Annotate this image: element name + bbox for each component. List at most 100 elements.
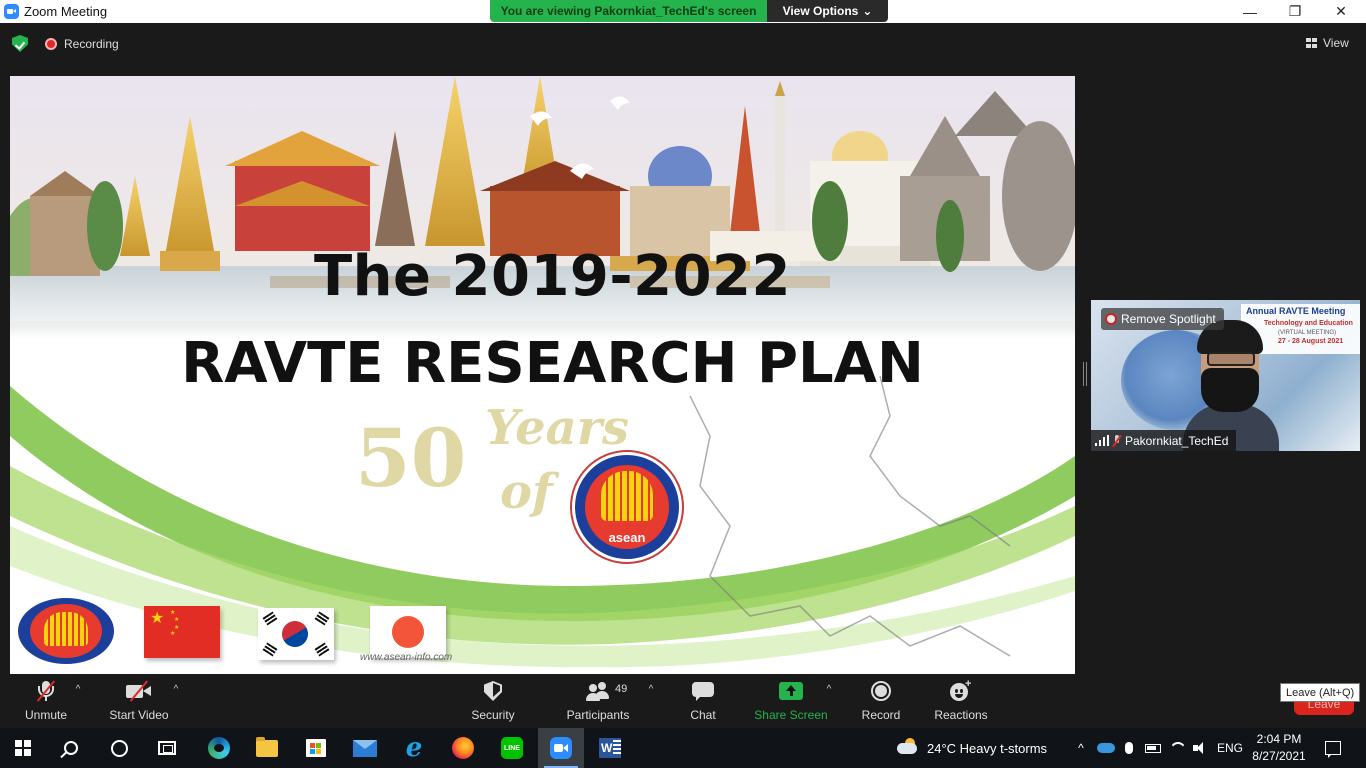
taskbar-search-button[interactable]: [48, 728, 94, 768]
rice-sheaf-icon: [601, 471, 653, 521]
participant-video-tile[interactable]: Annual RAVTE Meeting Technology and Educ…: [1091, 300, 1360, 451]
show-hidden-icons-button[interactable]: ^: [1072, 728, 1090, 768]
mic-tray[interactable]: [1120, 728, 1138, 768]
zoom-app-icon: [4, 4, 19, 19]
participants-count: 49: [615, 683, 628, 695]
participants-icon: [585, 681, 611, 701]
camera-off-icon: [126, 680, 152, 702]
minimize-button[interactable]: —: [1227, 0, 1273, 23]
korea-flag: [258, 608, 334, 660]
start-video-button[interactable]: Start Video: [105, 680, 173, 726]
task-view-button[interactable]: [144, 728, 190, 768]
record-button[interactable]: Record: [858, 680, 904, 726]
battery-tray[interactable]: [1143, 728, 1163, 768]
taskbar-firefox[interactable]: [440, 728, 486, 768]
view-layout-button[interactable]: View: [1306, 35, 1349, 51]
asean-info-watermark: www.asean-info.com: [360, 652, 453, 663]
taskbar-word[interactable]: W: [587, 728, 633, 768]
chat-icon: [692, 681, 714, 701]
weather-storm-icon[interactable]: [897, 738, 919, 756]
asean-flag: [18, 598, 114, 664]
clock-time: 2:04 PM: [1256, 732, 1302, 746]
windows-logo-icon: [15, 740, 31, 756]
notification-icon: [1325, 741, 1341, 758]
remove-spotlight-button[interactable]: Remove Spotlight: [1101, 308, 1224, 330]
viewing-screen-notice: You are viewing Pakornkiat_TechEd's scre…: [490, 0, 767, 22]
reactions-button[interactable]: + Reactions: [930, 678, 992, 726]
taskbar-file-explorer[interactable]: [244, 728, 290, 768]
microphone-muted-icon: [35, 680, 57, 702]
share-screen-icon: [779, 682, 803, 700]
leave-tooltip: Leave (Alt+Q): [1280, 683, 1361, 702]
task-view-icon: [158, 741, 176, 755]
action-center-button[interactable]: [1318, 728, 1348, 768]
onedrive-icon: [1097, 743, 1115, 753]
slide-title-line1: The 2019-2022: [313, 244, 791, 309]
share-screen-button[interactable]: Share Screen: [754, 680, 828, 726]
zoom-window: Zoom Meeting — ❐ ✕ You are viewing Pakor…: [0, 0, 1366, 768]
china-flag: ★ ★ ★ ★ ★: [144, 606, 220, 658]
recording-icon: [45, 38, 57, 50]
word-icon: W: [599, 738, 621, 758]
record-icon: [871, 681, 891, 701]
participants-options-caret[interactable]: ^: [646, 685, 656, 695]
wifi-icon: [1170, 742, 1186, 754]
taskbar-mail[interactable]: [342, 728, 388, 768]
volume-tray[interactable]: [1191, 728, 1211, 768]
view-options-label: View Options: [782, 4, 859, 18]
smiley-plus-icon: +: [950, 678, 972, 702]
record-label: Record: [861, 708, 901, 722]
cortana-button[interactable]: [96, 728, 142, 768]
battery-icon: [1145, 743, 1161, 753]
internet-explorer-icon: e: [405, 733, 423, 763]
taskbar-line[interactable]: LINE: [489, 728, 535, 768]
asean-emblem-word: asean: [608, 530, 646, 545]
line-app-icon: LINE: [501, 737, 523, 759]
maximize-button[interactable]: ❐: [1272, 0, 1318, 23]
participant-name-bar: Pakornkiat_TechEd: [1091, 430, 1237, 451]
clock-date: 8/27/2021: [1252, 749, 1306, 763]
security-button[interactable]: Security: [466, 680, 520, 726]
view-label: View: [1323, 36, 1349, 50]
search-icon: [64, 741, 78, 755]
reactions-label: Reactions: [934, 708, 988, 722]
unmute-label: Unmute: [24, 708, 68, 722]
network-tray[interactable]: [1168, 728, 1188, 768]
shared-screen: The 2019-2022 RAVTE RESEARCH PLAN 50 Yea…: [10, 76, 1075, 674]
mail-icon: [353, 739, 377, 757]
chat-button[interactable]: Chat: [683, 680, 723, 726]
backdrop-virtual: (VIRTUAL MEETING): [1278, 330, 1337, 336]
video-options-caret[interactable]: ^: [171, 685, 181, 695]
input-language[interactable]: ENG: [1214, 728, 1246, 768]
onedrive-tray[interactable]: [1095, 728, 1117, 768]
chevron-down-icon: ⌄: [862, 4, 873, 18]
meeting-controls: Unmute ^ Start Video ^ Security Particip…: [0, 675, 1366, 728]
weather-widget[interactable]: 24°C Heavy t-storms: [927, 741, 1047, 756]
taskbar-zoom[interactable]: [538, 728, 584, 768]
close-button[interactable]: ✕: [1318, 0, 1364, 23]
remove-spotlight-label: Remove Spotlight: [1121, 312, 1216, 326]
zoom-icon: [550, 737, 572, 759]
grid-icon: [1306, 38, 1317, 48]
fifty-years-watermark: 50: [355, 411, 466, 505]
cortana-icon: [110, 739, 128, 757]
speaker-icon: [1193, 742, 1209, 754]
taskbar-internet-explorer[interactable]: e: [391, 728, 437, 768]
start-button[interactable]: [0, 728, 46, 768]
panel-resize-handle[interactable]: [1083, 362, 1087, 386]
of-watermark: of: [500, 464, 560, 520]
start-video-label: Start Video: [109, 708, 169, 722]
share-options-caret[interactable]: ^: [824, 685, 834, 695]
view-options-button[interactable]: View Options ⌄: [767, 0, 888, 22]
taskbar-store[interactable]: [293, 728, 339, 768]
taskbar-clock[interactable]: 2:04 PM 8/27/2021: [1252, 731, 1306, 765]
share-screen-label: Share Screen: [754, 708, 828, 722]
taskbar-edge[interactable]: [196, 728, 242, 768]
unmute-button[interactable]: Unmute: [20, 680, 72, 726]
signal-strength-icon: [1095, 435, 1109, 446]
store-icon: [306, 739, 326, 757]
participant-name: Pakornkiat_TechEd: [1125, 433, 1229, 448]
encryption-shield-icon[interactable]: [12, 35, 28, 52]
asean-emblem: asean: [572, 452, 682, 562]
audio-options-caret[interactable]: ^: [73, 685, 83, 695]
